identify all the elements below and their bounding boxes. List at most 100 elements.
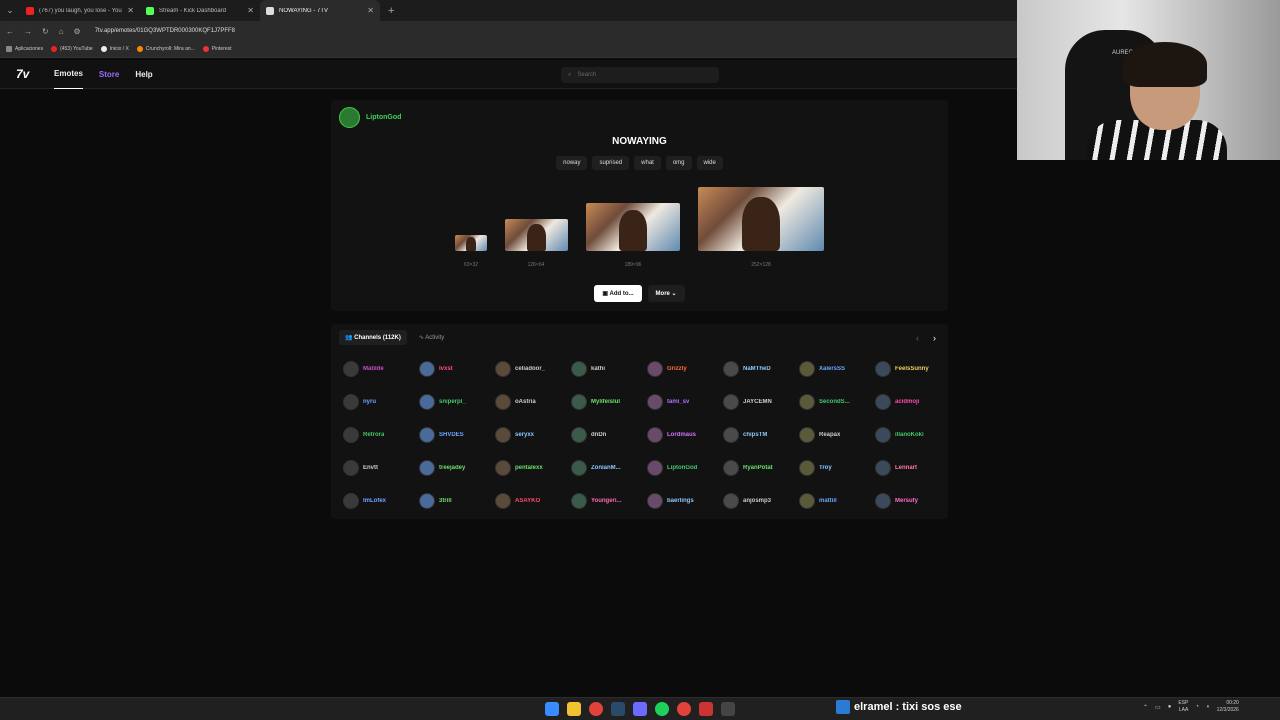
channel-item[interactable]: ImLofex <box>343 493 419 509</box>
channel-item[interactable]: ASAYKO <box>495 493 571 509</box>
close-tab-icon[interactable]: ✕ <box>247 6 254 15</box>
bookmark-apps[interactable]: Aplicaciones <box>6 46 43 52</box>
channel-item[interactable]: Grizzly <box>647 361 723 377</box>
spotify-icon[interactable] <box>655 702 669 716</box>
channel-item[interactable]: tami_sv <box>647 394 723 410</box>
channel-item[interactable]: XalersSS <box>799 361 875 377</box>
wifi-icon[interactable]: ◔ <box>1195 704 1199 710</box>
channel-item[interactable]: NaMTheD <box>723 361 799 377</box>
size-label: 189×96 <box>624 262 642 268</box>
channel-item[interactable]: SHVDES <box>419 427 495 443</box>
nav-store[interactable]: Store <box>99 60 119 89</box>
channel-item[interactable]: Reapax <box>799 427 875 443</box>
channel-item[interactable]: chipsTM <box>723 427 799 443</box>
channel-item[interactable]: JAYCEMN <box>723 394 799 410</box>
file-explorer-icon[interactable] <box>567 702 581 716</box>
nav-emotes[interactable]: Emotes <box>54 60 83 89</box>
browser-tab-youtube[interactable]: (767) you laugh, you lose - You ✕ <box>20 0 140 21</box>
channel-item[interactable]: Ivxst <box>419 361 495 377</box>
tag-chip[interactable]: what <box>634 156 661 170</box>
volume-icon[interactable]: ◖ <box>1206 704 1210 710</box>
channel-item[interactable]: Mylifeislul <box>571 394 647 410</box>
channel-item[interactable]: Envtt <box>343 460 419 476</box>
emote-owner[interactable]: LiptonGod <box>339 107 401 128</box>
channel-item[interactable]: dnDn <box>571 427 647 443</box>
back-icon[interactable]: ← <box>6 27 14 36</box>
channel-item[interactable]: acidmoji <box>875 394 951 410</box>
channel-item[interactable]: RyanPotat <box>723 460 799 476</box>
bookmark-youtube[interactable]: (453) YouTube <box>51 46 93 52</box>
channel-item[interactable]: pentalexx <box>495 460 571 476</box>
tab-activity[interactable]: ∿ Activity <box>413 330 450 345</box>
bookmark-crunchyroll[interactable]: Crunchyroll: Mira an... <box>136 46 195 52</box>
tag-chip[interactable]: wide <box>696 156 723 170</box>
browser-tab-7tv[interactable]: NOWAYING - 7TV ✕ <box>260 0 380 21</box>
channel-item[interactable]: Troy <box>799 460 875 476</box>
mic-icon[interactable]: ● <box>1168 704 1172 710</box>
nav-help[interactable]: Help <box>135 60 152 89</box>
channel-item[interactable]: Matilde <box>343 361 419 377</box>
channel-item[interactable]: kathi <box>571 361 647 377</box>
channel-item[interactable]: treejadey <box>419 460 495 476</box>
tag-chip[interactable]: omg <box>665 156 692 170</box>
more-button[interactable]: More ⌄ <box>647 285 685 302</box>
channel-item[interactable]: sniperpl_ <box>419 394 495 410</box>
bookmark-x[interactable]: Inicio / X <box>100 46 129 52</box>
tag-chip[interactable]: suprised <box>592 156 630 170</box>
app-icon[interactable] <box>699 702 713 716</box>
tab-channels[interactable]: 👥 Channels (112K) <box>339 330 407 345</box>
channels-tabs: 👥 Channels (112K) ∿ Activity <box>339 330 450 345</box>
channel-name: seryxx <box>515 432 535 438</box>
channel-avatar <box>343 361 359 377</box>
home-icon[interactable]: ⌂ <box>59 27 64 36</box>
next-page-icon[interactable]: › <box>933 333 936 343</box>
obs-icon[interactable] <box>721 702 735 716</box>
reload-icon[interactable]: ↻ <box>42 27 49 36</box>
channel-item[interactable]: Youngeri... <box>571 493 647 509</box>
chrome-active-icon[interactable] <box>677 702 691 716</box>
tray-chevron-icon[interactable]: ⌃ <box>1143 704 1148 711</box>
channel-item[interactable]: LiptonGod <box>647 460 723 476</box>
new-tab-icon[interactable]: + <box>388 5 394 17</box>
search-placeholder: Search <box>577 72 597 78</box>
tab-search-icon[interactable]: ⌄ <box>0 5 20 16</box>
network-icon[interactable]: ▭ <box>1155 704 1161 711</box>
channel-item[interactable]: Lennart <box>875 460 951 476</box>
windows-start-icon[interactable] <box>545 702 559 716</box>
chrome-icon[interactable] <box>589 702 603 716</box>
channel-item[interactable]: mattiil <box>799 493 875 509</box>
search-input[interactable]: ⌕ Search <box>561 67 719 83</box>
channel-item[interactable]: Lordmaus <box>647 427 723 443</box>
url-field[interactable]: 7tv.app/emotes/01GQ3WPTDR000300KQF1J7PFF… <box>95 28 235 34</box>
bookmark-pinterest[interactable]: Pinterest <box>202 46 232 52</box>
close-tab-icon[interactable]: ✕ <box>367 6 374 15</box>
tag-chip[interactable]: noway <box>556 156 588 170</box>
channel-item[interactable]: seryxx <box>495 427 571 443</box>
channel-name: illanoKoki <box>895 432 924 438</box>
channel-item[interactable]: ZonianM... <box>571 460 647 476</box>
channel-item[interactable]: baerlings <box>647 493 723 509</box>
channel-item[interactable]: Retrora <box>343 427 419 443</box>
language-indicator[interactable]: ESP LAA <box>1178 700 1188 714</box>
prev-page-icon[interactable]: ‹ <box>916 333 919 343</box>
channel-item[interactable]: 3trill <box>419 493 495 509</box>
site-info-icon[interactable]: ⚙ <box>74 27 81 36</box>
close-tab-icon[interactable]: ✕ <box>127 6 134 15</box>
add-to-button[interactable]: ▣ Add to... <box>594 285 642 302</box>
clock[interactable]: 00:20 12/3/2026 <box>1217 700 1239 714</box>
channel-item[interactable]: anjosmp3 <box>723 493 799 509</box>
steam-icon[interactable] <box>611 702 625 716</box>
discord-icon[interactable] <box>633 702 647 716</box>
channel-item[interactable]: nyru <box>343 394 419 410</box>
channel-item[interactable]: Mersufy <box>875 493 951 509</box>
channel-item[interactable]: oAstria <box>495 394 571 410</box>
forward-icon[interactable]: → <box>24 27 32 36</box>
channel-avatar <box>799 394 815 410</box>
browser-tab-kick[interactable]: Stream - Kick Dashboard ✕ <box>140 0 260 21</box>
channel-item[interactable]: celiadoor_ <box>495 361 571 377</box>
channel-item[interactable]: SecondS... <box>799 394 875 410</box>
7tv-logo[interactable]: 7v <box>16 67 46 81</box>
channel-item[interactable]: FeelsSunny <box>875 361 951 377</box>
lang-code: ESP <box>1178 700 1189 706</box>
channel-item[interactable]: illanoKoki <box>875 427 951 443</box>
